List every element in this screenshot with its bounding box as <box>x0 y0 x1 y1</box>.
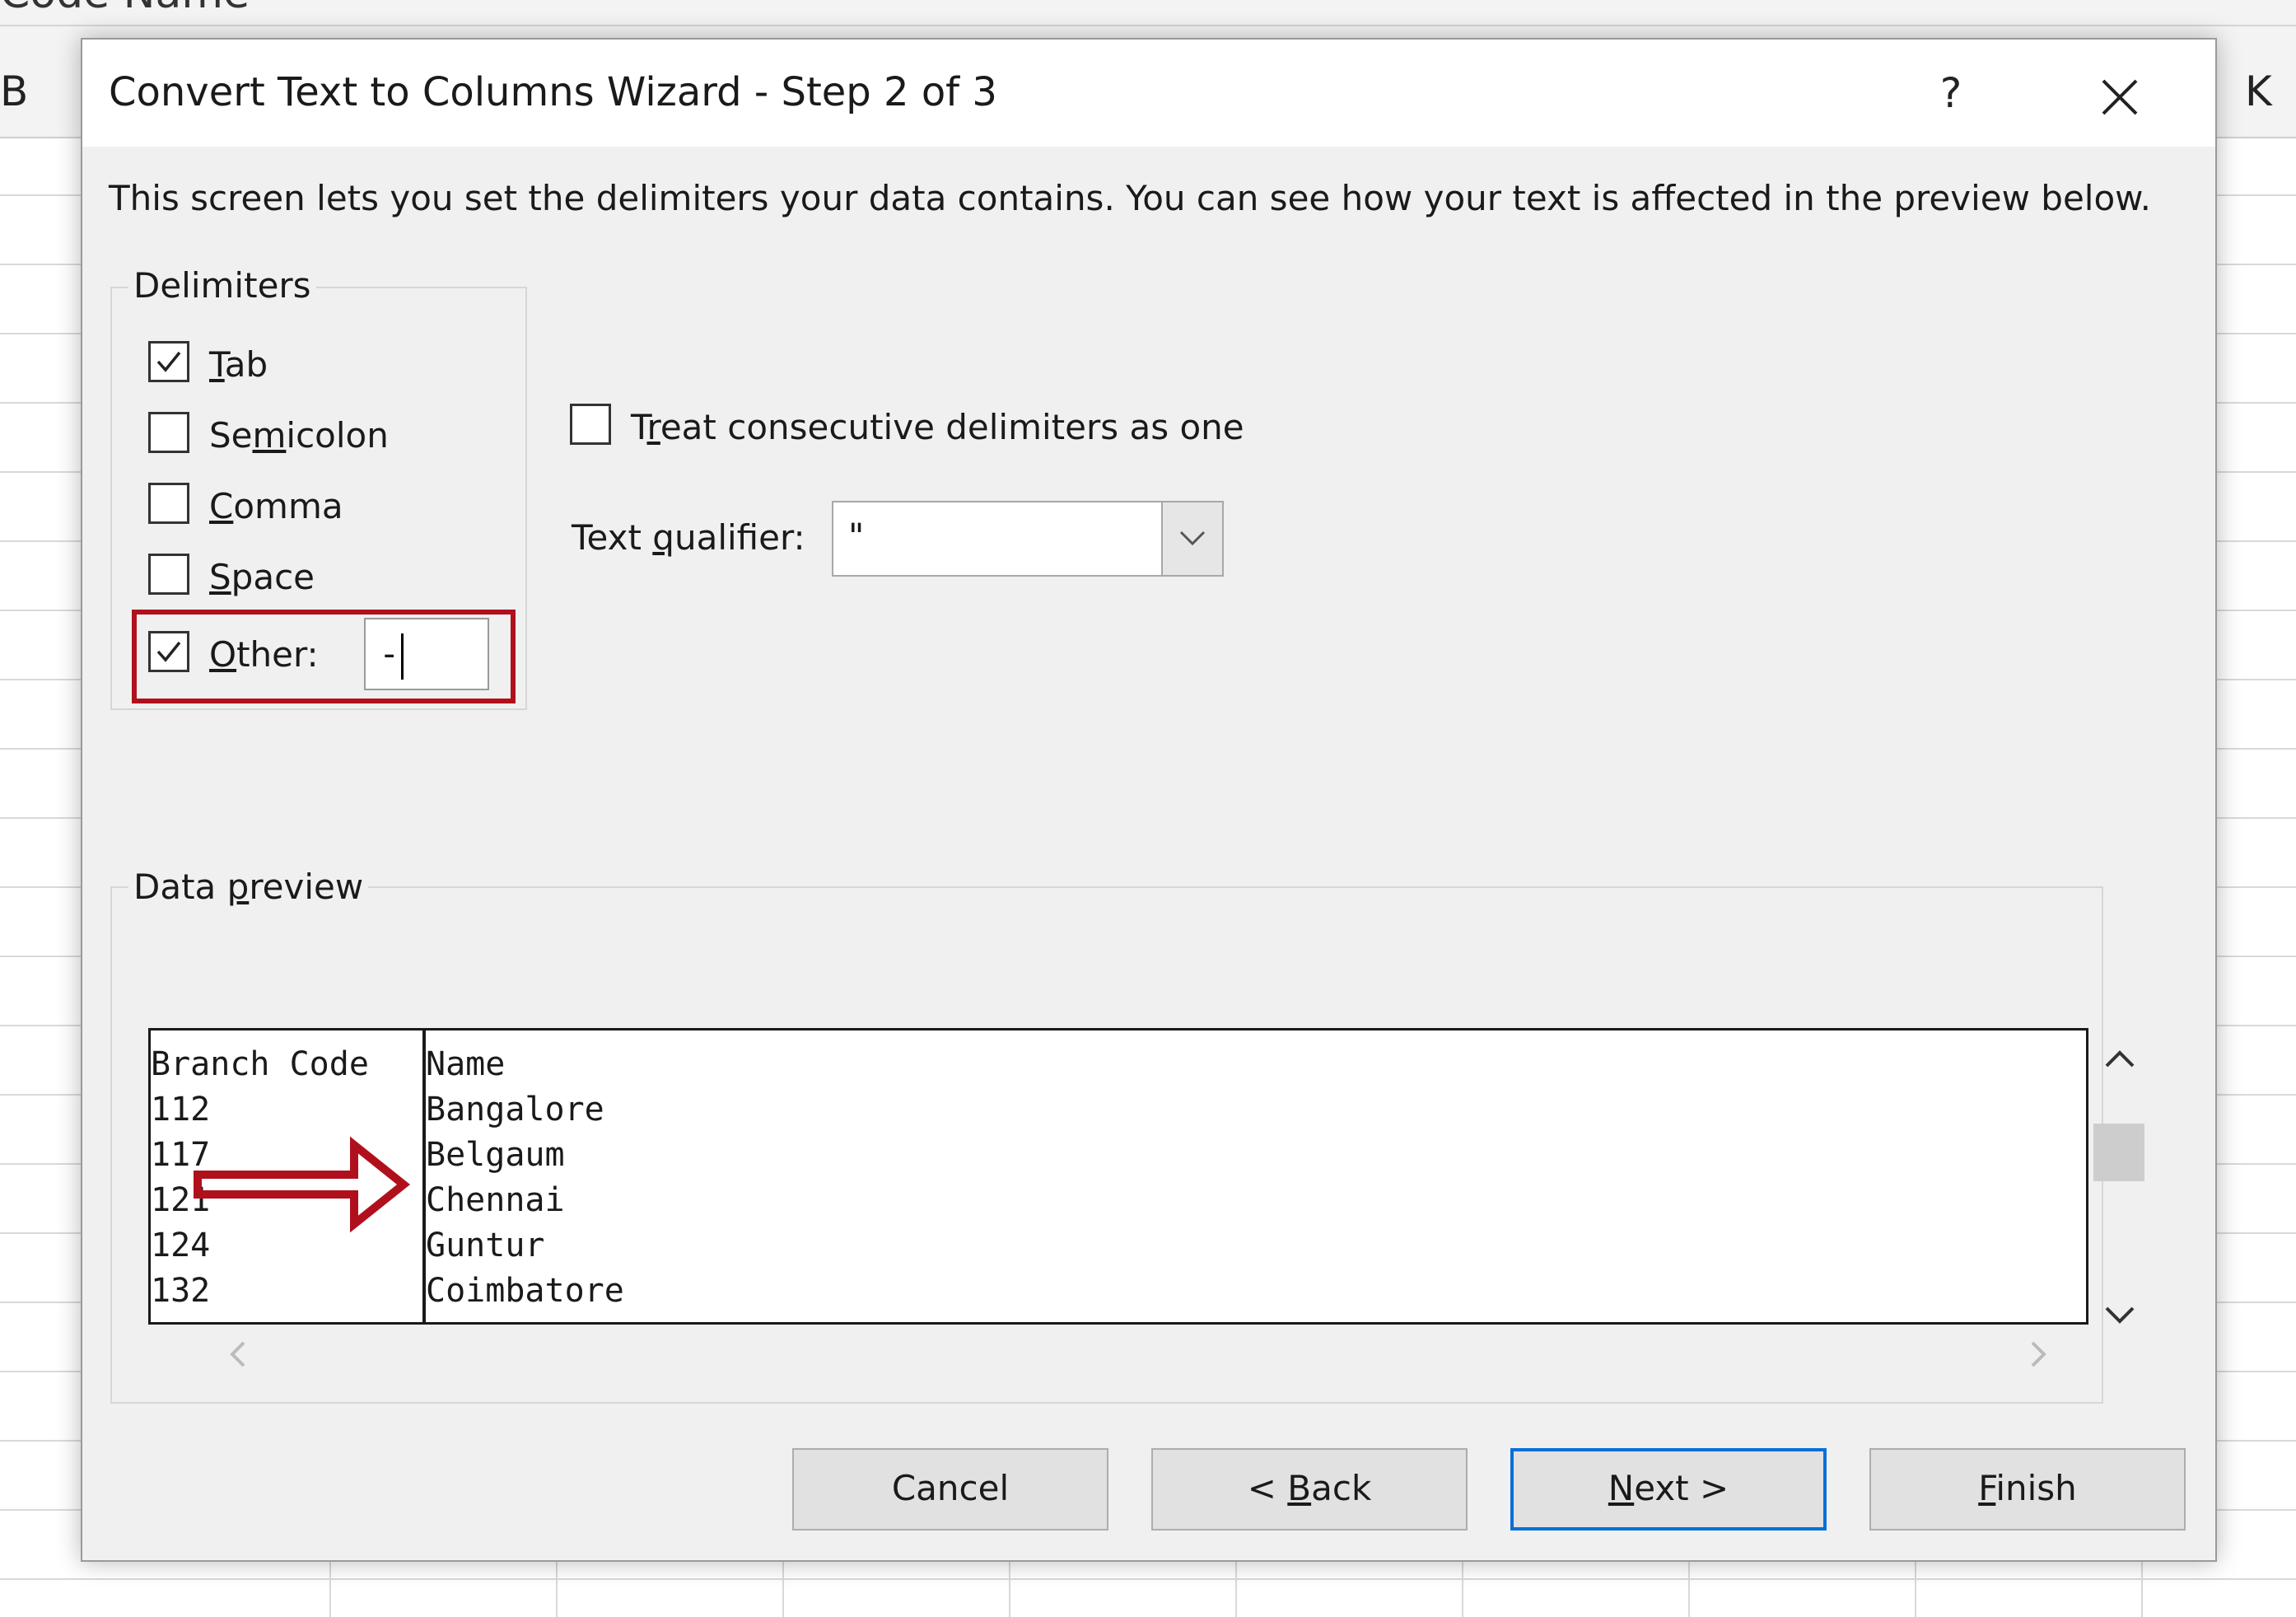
scroll-left-icon[interactable] <box>227 1339 249 1369</box>
grid-column-line <box>329 1557 331 1617</box>
other-delimiter-input[interactable]: - <box>364 618 489 690</box>
intro-text: This screen lets you set the delimiters … <box>109 178 2152 218</box>
grid-column-line <box>556 1557 558 1617</box>
grid-column-line <box>1235 1557 1237 1617</box>
preview-cell: Guntur <box>426 1227 545 1264</box>
preview-cell: 112 <box>151 1091 211 1129</box>
formula-area: Code Name <box>0 0 2296 26</box>
grid-column-line <box>1009 1557 1010 1617</box>
comma-checkbox-box[interactable] <box>148 483 189 524</box>
finish-button[interactable]: Finish <box>1869 1448 2186 1531</box>
column-header-b[interactable]: B <box>0 68 28 115</box>
tab-label: Tab <box>209 344 268 385</box>
text-qualifier-value: " <box>848 516 865 556</box>
preview-column-2[interactable]: Name Bangalore Belgaum Chennai Guntur Co… <box>422 1042 1987 1314</box>
comma-label: Comma <box>209 486 343 526</box>
grid-line <box>0 1578 2296 1580</box>
preview-cell: Coimbatore <box>426 1272 624 1310</box>
text-qualifier-select[interactable]: " <box>832 501 1224 577</box>
other-label: Other: <box>209 634 319 675</box>
preview-cell: Name <box>426 1045 506 1083</box>
grid-column-line <box>1915 1557 1916 1617</box>
space-label: Space <box>209 557 315 597</box>
semicolon-checkbox-box[interactable] <box>148 412 189 453</box>
other-checkbox-box[interactable] <box>148 631 189 672</box>
semicolon-label: Semicolon <box>209 415 389 456</box>
grid-column-line <box>1462 1557 1463 1617</box>
dialog-titlebar[interactable]: Convert Text to Columns Wizard - Step 2 … <box>82 40 2215 147</box>
text-qualifier-label: Text qualifier: <box>572 517 805 558</box>
scroll-down-icon[interactable] <box>2102 1303 2138 1328</box>
preview-cell: Chennai <box>426 1181 565 1219</box>
column-header-k[interactable]: K <box>2245 68 2272 115</box>
consecutive-checkbox-box[interactable] <box>570 404 611 445</box>
help-button[interactable]: ? <box>1922 64 1980 122</box>
tab-checkbox-box[interactable] <box>148 341 189 382</box>
chevron-down-icon <box>1179 530 1206 546</box>
preview-cell: Branch Code <box>151 1045 369 1083</box>
preview-vertical-scrollbar[interactable] <box>2090 1028 2149 1358</box>
consecutive-label: Treat consecutive delimiters as one <box>631 407 1244 447</box>
preview-cell: 132 <box>151 1272 211 1310</box>
scroll-right-icon[interactable] <box>2028 1339 2049 1369</box>
grid-column-line <box>782 1557 784 1617</box>
preview-horizontal-scrollbar[interactable] <box>148 1325 2088 1374</box>
top-cell-text: Code Name <box>0 0 250 18</box>
checkmark-icon <box>156 351 181 372</box>
space-checkbox-box[interactable] <box>148 554 189 595</box>
preview-cell: Bangalore <box>426 1091 604 1129</box>
next-button[interactable]: Next > <box>1510 1448 1827 1531</box>
scroll-up-icon[interactable] <box>2102 1046 2138 1071</box>
back-button[interactable]: < Back <box>1151 1448 1468 1531</box>
text-caret <box>401 633 404 680</box>
dialog-title: Convert Text to Columns Wizard - Step 2 … <box>109 69 997 115</box>
scroll-thumb[interactable] <box>2093 1124 2144 1181</box>
checkmark-icon <box>156 641 181 662</box>
text-to-columns-dialog: Convert Text to Columns Wizard - Step 2 … <box>81 38 2217 1562</box>
close-button[interactable] <box>2087 64 2153 130</box>
red-arrow-annotation <box>194 1136 411 1233</box>
text-qualifier-dropdown-button[interactable] <box>1161 502 1222 575</box>
data-preview-label: Data preview <box>128 867 369 907</box>
grid-column-line <box>1688 1557 1690 1617</box>
cancel-button[interactable]: Cancel <box>792 1448 1108 1531</box>
grid-column-line <box>2141 1557 2143 1617</box>
preview-cell: Belgaum <box>426 1136 565 1174</box>
other-delimiter-value: - <box>379 633 400 674</box>
delimiters-group-label: Delimiters <box>128 265 316 306</box>
close-icon <box>2102 79 2138 115</box>
